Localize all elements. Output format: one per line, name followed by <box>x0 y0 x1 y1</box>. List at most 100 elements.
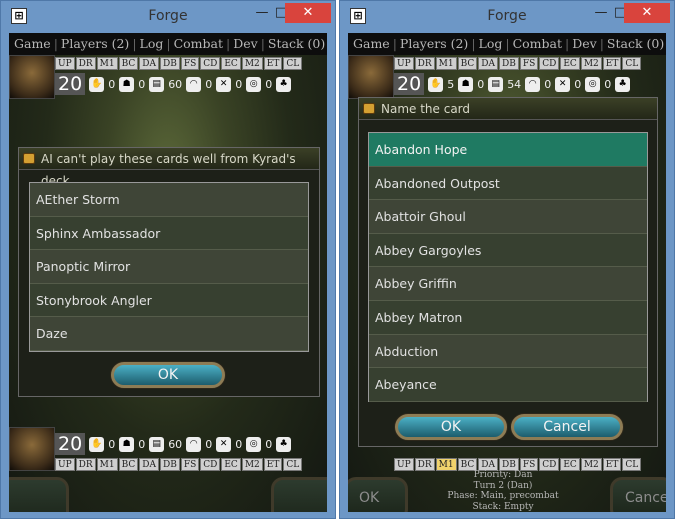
phase-fs[interactable]: FS <box>519 57 539 70</box>
menu-stack[interactable]: Stack (0) <box>268 33 325 55</box>
phase-cd[interactable]: CD <box>539 57 560 70</box>
title-bar[interactable]: ⊞ Forge — □ ✕ <box>340 1 674 33</box>
phase-et[interactable]: ET <box>602 458 622 471</box>
phase-et[interactable]: ET <box>263 458 283 471</box>
forest-mana-icon[interactable]: ♣ <box>276 76 292 92</box>
list-item[interactable]: Daze <box>30 317 308 351</box>
list-item[interactable]: Abandoned Outpost <box>369 166 647 201</box>
phase-m2[interactable]: M2 <box>241 57 263 70</box>
phase-m1[interactable]: M1 <box>96 458 118 471</box>
phase-up[interactable]: UP <box>55 57 75 70</box>
dialog-icon <box>23 153 35 164</box>
colorless-mana-icon[interactable]: ✕ <box>555 76 571 92</box>
phase-cl[interactable]: CL <box>622 458 642 471</box>
menu-stack[interactable]: Stack (0) <box>607 33 664 55</box>
phase-m2[interactable]: M2 <box>580 458 602 471</box>
right-action-button[interactable] <box>271 477 327 512</box>
list-item[interactable]: Abduction <box>369 334 647 369</box>
left-action-button[interactable] <box>9 477 69 512</box>
phase-ec[interactable]: EC <box>221 57 241 70</box>
phase-bc[interactable]: BC <box>118 57 139 70</box>
phase-bc[interactable]: BC <box>457 57 478 70</box>
phase-up[interactable]: UP <box>55 458 75 471</box>
menu-players[interactable]: Players (2) <box>61 33 129 55</box>
energy-icon[interactable]: ◎ <box>246 76 262 92</box>
menu-dev[interactable]: Dev <box>233 33 257 55</box>
forest-mana-icon[interactable]: ♣ <box>615 76 631 92</box>
library-icon[interactable]: ▤ <box>149 436 165 452</box>
phase-db[interactable]: DB <box>159 57 180 70</box>
phase-cl[interactable]: CL <box>622 57 642 70</box>
exile-icon[interactable]: ◠ <box>525 76 541 92</box>
title-bar[interactable]: ⊞ Forge — □ ✕ <box>1 1 335 33</box>
phase-fs[interactable]: FS <box>180 57 200 70</box>
phase-cd[interactable]: CD <box>200 57 221 70</box>
phase-et[interactable]: ET <box>602 57 622 70</box>
phase-fs[interactable]: FS <box>180 458 200 471</box>
phase-cd[interactable]: CD <box>200 458 221 471</box>
list-item-selected[interactable]: Abandon Hope <box>369 133 647 167</box>
graveyard-icon[interactable]: ☗ <box>458 76 474 92</box>
hand-icon[interactable]: ✋ <box>89 76 105 92</box>
side-cancel-button[interactable]: Cancel <box>610 477 666 512</box>
menu-log[interactable]: Log <box>479 33 503 55</box>
menu-combat[interactable]: Combat <box>513 33 562 55</box>
cancel-button[interactable]: Cancel <box>511 414 623 440</box>
phase-bc[interactable]: BC <box>118 458 139 471</box>
hand-icon[interactable]: ✋ <box>89 436 105 452</box>
ok-button[interactable]: OK <box>395 414 507 440</box>
ok-button[interactable]: OK <box>111 362 225 388</box>
list-item[interactable]: Abbey Gargoyles <box>369 233 647 268</box>
colorless-mana-icon[interactable]: ✕ <box>216 76 232 92</box>
phase-up[interactable]: UP <box>394 57 414 70</box>
graveyard-icon[interactable]: ☗ <box>119 76 135 92</box>
library-icon[interactable]: ▤ <box>149 76 165 92</box>
menu-game[interactable]: Game <box>353 33 390 55</box>
minimize-button[interactable]: — <box>251 3 273 23</box>
menu-dev[interactable]: Dev <box>572 33 596 55</box>
menu-log[interactable]: Log <box>140 33 164 55</box>
list-item[interactable]: Sphinx Ambassador <box>30 216 308 251</box>
phase-db[interactable]: DB <box>159 458 180 471</box>
menu-players[interactable]: Players (2) <box>400 33 468 55</box>
phase-da[interactable]: DA <box>139 458 159 471</box>
list-item[interactable]: AEther Storm <box>30 183 308 217</box>
side-ok-button[interactable]: OK <box>348 477 408 512</box>
list-item[interactable]: Abbey Griffin <box>369 267 647 301</box>
phase-ec[interactable]: EC <box>221 458 241 471</box>
menu-combat[interactable]: Combat <box>174 33 223 55</box>
exile-icon[interactable]: ◠ <box>186 76 202 92</box>
exile-icon[interactable]: ◠ <box>186 436 202 452</box>
phase-m1[interactable]: M1 <box>96 57 118 70</box>
phase-et[interactable]: ET <box>263 57 283 70</box>
phase-da[interactable]: DA <box>139 57 159 70</box>
phase-m2[interactable]: M2 <box>580 57 602 70</box>
list-item[interactable]: Abbey Matron <box>369 300 647 335</box>
phase-m2[interactable]: M2 <box>241 458 263 471</box>
phase-ec[interactable]: EC <box>560 57 580 70</box>
library-icon[interactable]: ▤ <box>488 76 504 92</box>
phase-up[interactable]: UP <box>394 458 414 471</box>
phase-da[interactable]: DA <box>478 57 498 70</box>
forest-mana-icon[interactable]: ♣ <box>276 436 292 452</box>
phase-db[interactable]: DB <box>498 57 519 70</box>
phase-m1[interactable]: M1 <box>435 57 457 70</box>
phase-dr[interactable]: DR <box>75 458 96 471</box>
list-item[interactable]: Panoptic Mirror <box>30 250 308 284</box>
energy-icon[interactable]: ◎ <box>246 436 262 452</box>
menu-game[interactable]: Game <box>14 33 51 55</box>
close-button[interactable]: ✕ <box>624 3 670 23</box>
minimize-button[interactable]: — <box>590 3 612 23</box>
list-item[interactable]: Stonybrook Angler <box>30 283 308 318</box>
colorless-mana-icon[interactable]: ✕ <box>216 436 232 452</box>
list-item[interactable]: Abattoir Ghoul <box>369 200 647 234</box>
close-button[interactable]: ✕ <box>285 3 331 23</box>
phase-cl[interactable]: CL <box>283 57 303 70</box>
energy-icon[interactable]: ◎ <box>585 76 601 92</box>
phase-dr[interactable]: DR <box>414 57 435 70</box>
graveyard-icon[interactable]: ☗ <box>119 436 135 452</box>
phase-cl[interactable]: CL <box>283 458 303 471</box>
hand-icon[interactable]: ✋ <box>428 76 444 92</box>
phase-dr[interactable]: DR <box>75 57 96 70</box>
list-item[interactable]: Abeyance <box>369 368 647 402</box>
